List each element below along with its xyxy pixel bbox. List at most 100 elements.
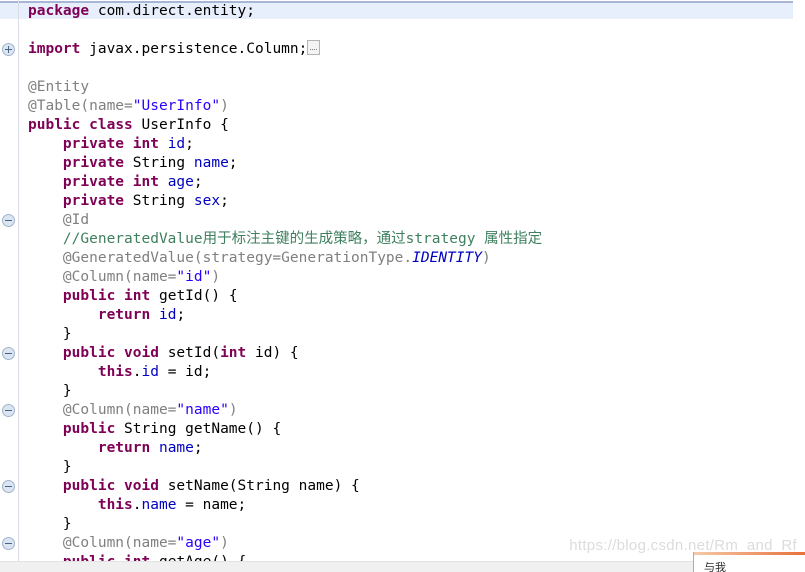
code-token: sex [193,193,221,209]
code-line[interactable]: private int age; [28,173,203,192]
code-token: void [124,478,159,494]
code-line[interactable]: package com.direct.entity; [28,2,255,21]
code-token: setName(String name) { [158,478,360,494]
code-token: ; [185,136,194,152]
code-token: int [124,288,151,304]
code-token: "id" [176,269,212,285]
code-token: this [97,364,133,380]
code-token: @GeneratedValue(strategy=GenerationType. [62,250,413,266]
code-token: ; [193,440,203,456]
code-line[interactable]: } [28,325,72,344]
code-line[interactable]: } [28,515,72,534]
code-token: @Entity [28,79,90,95]
code-token: } [28,516,72,532]
corner-panel-accent-bar [694,552,805,555]
code-token: ; [220,193,229,209]
collapsed-imports-ellipsis-icon[interactable] [307,40,321,55]
code-token: . [132,497,142,513]
code-token: @Table(name= [28,98,133,114]
bottom-strip [0,561,805,572]
code-token: return [97,307,151,323]
code-token: } [28,326,72,342]
code-token: class [89,117,133,133]
code-token: com.direct.entity; [89,3,255,19]
code-token: = name; [176,497,247,513]
code-token: String [124,193,194,209]
code-token: int [132,174,159,190]
code-token: "UserInfo" [132,98,221,114]
code-token: this [97,497,133,513]
code-line[interactable]: } [28,458,72,477]
code-token: public [62,288,116,304]
code-token: } [28,459,72,475]
code-token: "age" [176,535,221,551]
code-token: } [28,383,72,399]
code-line[interactable]: return id; [28,306,185,325]
code-token: ) [220,535,229,551]
code-line[interactable]: @GeneratedValue(strategy=GenerationType.… [28,249,491,268]
code-line[interactable]: //GeneratedValue用于标注主键的生成策略，通过strategy 属… [28,230,542,249]
code-line[interactable]: public String getName() { [28,420,281,439]
code-line[interactable]: private int id; [28,135,194,154]
code-token: public [62,478,116,494]
code-line[interactable]: import javax.persistence.Column; [28,40,321,59]
code-token: name [193,155,229,171]
code-line[interactable]: public class UserInfo { [28,116,229,135]
code-token: ) [220,98,229,114]
code-line[interactable]: this.id = id; [28,363,212,382]
code-line[interactable]: return name; [28,439,203,458]
corner-panel[interactable]: 与我 [693,552,805,572]
code-line[interactable]: public void setId(int id) { [28,344,299,363]
code-token: int [132,136,159,152]
code-token: private [62,174,125,190]
code-line[interactable]: @Column(name="id") [28,268,220,287]
code-token: "name" [176,402,229,418]
code-token: . [132,364,142,380]
code-token: public [28,117,81,133]
code-line[interactable]: private String sex; [28,192,229,211]
code-token: ; [228,155,238,171]
code-token: private [62,136,125,152]
code-line[interactable]: @Column(name="name") [28,401,238,420]
code-line[interactable]: @Table(name="UserInfo") [28,97,229,116]
code-token: int [220,345,247,361]
code-token: age [167,174,194,190]
code-token: import [28,41,81,57]
code-content[interactable]: package com.direct.entity; import javax.p… [0,0,805,572]
code-token: return [97,440,151,456]
java-source-editor[interactable]: package com.direct.entity; import javax.p… [0,0,805,572]
code-token: ) [211,269,221,285]
code-line[interactable]: @Entity [28,78,89,97]
code-line[interactable]: @Id [28,211,89,230]
code-line[interactable]: this.name = name; [28,496,246,515]
code-line[interactable]: @Column(name="age") [28,534,229,553]
code-token: void [124,345,159,361]
code-token: ; [176,307,186,323]
code-token: javax.persistence.Column; [80,41,308,57]
code-line[interactable]: public int getId() { [28,287,238,306]
code-line[interactable]: } [28,382,72,401]
code-line[interactable]: private String name; [28,154,238,173]
code-token: setId( [158,345,221,361]
code-line[interactable]: public void setName(String name) { [28,477,360,496]
code-token: getId() { [150,288,238,304]
code-token: private [62,155,125,171]
code-token: id [158,307,177,323]
